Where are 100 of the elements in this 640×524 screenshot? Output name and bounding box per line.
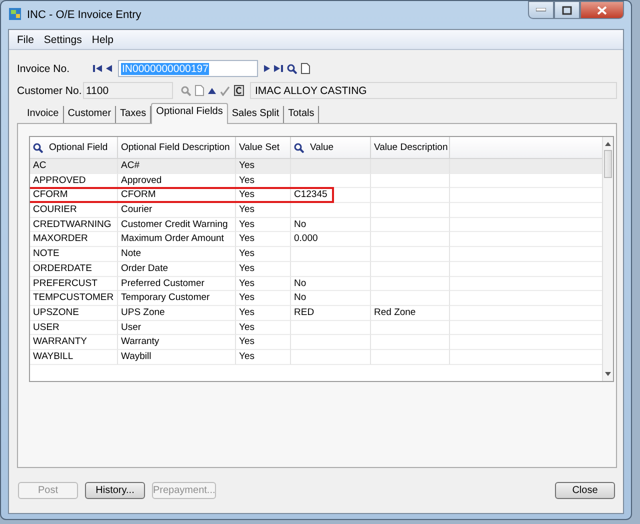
table-cell: Yes [236, 262, 291, 276]
customer-number-label: Customer No. [17, 84, 81, 96]
table-row[interactable]: UPSZONE UPS Zone Yes RED Red Zone [30, 306, 602, 321]
table-cell: Order Date [118, 262, 236, 276]
close-window-button[interactable] [580, 1, 624, 19]
table-cell: Yes [236, 159, 291, 174]
table-cell: Yes [236, 203, 291, 218]
table-cell: AC [30, 159, 118, 174]
minimize-icon [536, 8, 546, 12]
customer-number-field[interactable]: 1100 [83, 82, 173, 99]
close-button[interactable]: Close [555, 482, 615, 499]
table-cell: Note [118, 247, 236, 262]
window-title: INC - O/E Invoice Entry [27, 9, 142, 21]
table-row[interactable]: WARRANTY Warranty Yes [30, 335, 602, 350]
maximize-button[interactable] [554, 1, 580, 19]
table-cell: Yes [236, 218, 291, 232]
app-icon [8, 6, 22, 20]
table-row[interactable]: PREFERCUST Preferred Customer Yes No [30, 276, 602, 292]
table-cell: User [118, 320, 236, 336]
table-row[interactable]: TEMPCUSTOMER Temporary Customer Yes No [30, 291, 602, 306]
table-cell: WAYBILL [30, 350, 118, 365]
up-arrow-icon[interactable] [208, 88, 216, 94]
search-icon[interactable] [287, 64, 297, 74]
history-button[interactable]: History... [85, 482, 145, 499]
table-cell: C12345 [291, 188, 371, 204]
table-row[interactable]: CFORM CFORM Yes C12345 [30, 188, 602, 204]
scroll-up-icon[interactable] [605, 141, 611, 147]
tab[interactable]: Customer [64, 106, 116, 123]
table-cell: PREFERCUST [30, 276, 118, 292]
column-header[interactable]: Value [291, 137, 371, 158]
search-icon[interactable] [294, 142, 304, 152]
table-cell: MAXORDER [30, 232, 118, 248]
menu-item[interactable]: File [12, 34, 39, 46]
menu-item[interactable]: Help [86, 34, 118, 46]
customer-name-field: IMAC ALLOY CASTING [250, 82, 617, 99]
search-icon[interactable] [33, 142, 43, 152]
table-cell: Courier [118, 203, 236, 218]
table-cell: Yes [236, 247, 291, 262]
column-header[interactable]: Optional Field Description [118, 137, 236, 158]
table-row[interactable]: NOTE Note Yes [30, 247, 602, 262]
table-row[interactable]: MAXORDER Maximum Order Amount Yes 0.000 [30, 232, 602, 248]
table-cell: Yes [236, 174, 291, 188]
table-cell: COURIER [30, 203, 118, 218]
table-cell: ORDERDATE [30, 262, 118, 276]
table-cell: Maximum Order Amount [118, 232, 236, 248]
pencil-check-icon[interactable] [220, 86, 230, 96]
table-cell: TEMPCUSTOMER [30, 291, 118, 306]
table-cell: Yes [236, 188, 291, 204]
table-cell: CFORM [118, 188, 236, 204]
tab[interactable]: Optional Fields [151, 103, 228, 124]
table-row[interactable]: USER User Yes [30, 320, 602, 336]
new-document-icon[interactable] [301, 63, 310, 74]
table-cell: Yes [236, 276, 291, 292]
table-cell: Yes [236, 306, 291, 321]
table-row[interactable]: CREDTWARNING Customer Credit Warning Yes No [30, 218, 602, 232]
table-cell: CFORM [30, 188, 118, 204]
table-cell: USER [30, 320, 118, 336]
previous-record-icon[interactable] [106, 64, 112, 73]
table-cell: Yes [236, 291, 291, 306]
table-cell: Yes [236, 232, 291, 248]
table-cell: Preferred Customer [118, 276, 236, 292]
table-row[interactable]: COURIER Courier Yes [30, 203, 602, 218]
table-cell: AC# [118, 159, 236, 174]
column-header[interactable]: Value Description [371, 137, 450, 158]
table-cell: CREDTWARNING [30, 218, 118, 232]
table-cell: Customer Credit Warning [118, 218, 236, 232]
column-header[interactable]: Optional Field [30, 137, 118, 158]
first-record-icon[interactable] [93, 64, 102, 73]
table-cell: Yes [236, 335, 291, 350]
table-cell: RED [291, 306, 371, 321]
table-row[interactable]: WAYBILL Waybill Yes [30, 350, 602, 365]
table-cell: 0.000 [291, 232, 371, 248]
minimize-button[interactable] [528, 1, 554, 19]
table-row[interactable]: ORDERDATE Order Date Yes [30, 262, 602, 276]
scroll-down-icon[interactable] [605, 371, 611, 377]
close-icon [597, 6, 607, 14]
table-cell: UPS Zone [118, 306, 236, 321]
table-cell: WARRANTY [30, 335, 118, 350]
table-cell: APPROVED [30, 174, 118, 188]
table-row[interactable]: AC AC# Yes [30, 159, 602, 174]
table-cell: Red Zone [371, 306, 450, 321]
table-cell: No [291, 218, 371, 232]
c-box-icon[interactable] [234, 85, 244, 96]
last-record-icon[interactable] [274, 64, 283, 73]
table-cell: Temporary Customer [118, 291, 236, 306]
table-cell: Warranty [118, 335, 236, 350]
table-cell: Yes [236, 320, 291, 336]
table-cell: Yes [236, 350, 291, 365]
menu-item[interactable]: Settings [38, 34, 87, 46]
scrollbar-thumb[interactable] [604, 150, 612, 178]
table-cell: Approved [118, 174, 236, 188]
invoice-number-label: Invoice No. [17, 62, 71, 74]
table-cell: No [291, 291, 371, 306]
scrollbar[interactable] [602, 137, 613, 381]
table-cell: NOTE [30, 247, 118, 262]
table-cell: Waybill [118, 350, 236, 365]
next-record-icon[interactable] [264, 64, 270, 73]
table-cell: UPSZONE [30, 306, 118, 321]
table-row[interactable]: APPROVED Approved Yes [30, 174, 602, 188]
column-header[interactable]: Value Set [236, 137, 291, 158]
